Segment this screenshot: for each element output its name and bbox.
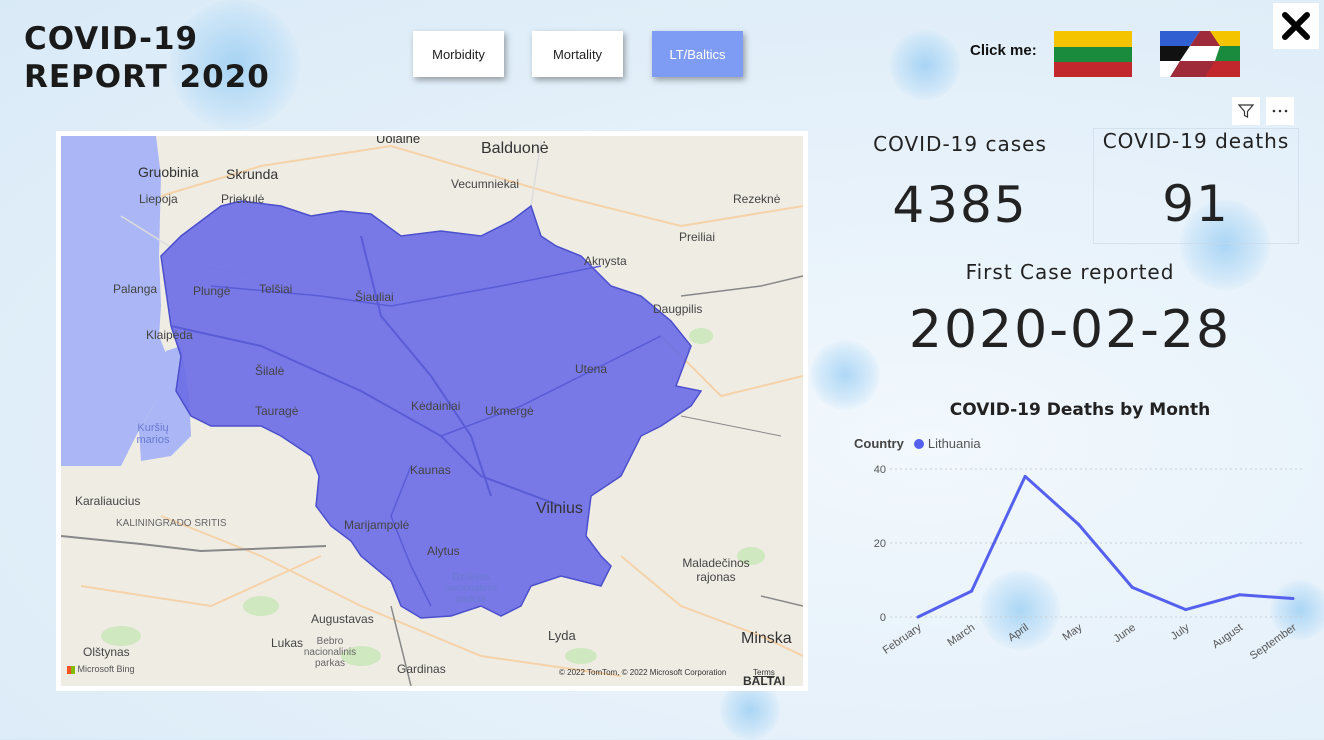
map-label-karaliaucius: Karaliaucius — [75, 494, 141, 508]
x-tick-label: June — [1112, 622, 1138, 646]
lithuania-flag[interactable] — [1054, 31, 1132, 77]
click-me-label: Click me: — [970, 42, 1037, 59]
map-label-kedainiai: Kėdainiai — [411, 399, 461, 413]
data-point[interactable] — [1184, 608, 1188, 612]
map-label-ukmerge: Ukmergė — [485, 404, 534, 418]
data-point[interactable] — [1077, 523, 1081, 526]
map-label-preiliai: Preiliai — [679, 230, 716, 244]
chart-title: COVID-19 Deaths by Month — [949, 400, 1211, 420]
bing-logo: Microsoft Bing — [67, 664, 135, 674]
map-label-skrunda: Skrunda — [226, 166, 279, 182]
legend-dot-icon — [913, 438, 924, 449]
map-label-daugpilis: Daugpilis — [653, 302, 703, 316]
microsoft-logo-icon — [67, 665, 75, 674]
map-label-bebro: Bebro nacionalinis parkas — [303, 636, 357, 669]
data-point[interactable] — [970, 589, 974, 593]
x-tick-label: July — [1169, 621, 1192, 642]
chart-legend: Country Lithuania — [854, 436, 981, 451]
x-tick-label: May — [1061, 621, 1085, 643]
map-label-gardinas: Gardinas — [397, 662, 446, 676]
map-label-rezekne: Rezeknė — [733, 192, 781, 206]
data-point[interactable] — [1023, 474, 1027, 478]
y-tick-label: 0 — [880, 612, 886, 624]
map-canvas[interactable]: Uolainė Balduonė Gruobinia Skrunda Liepo… — [61, 136, 803, 686]
map-label-lukas: Lukas — [271, 636, 304, 650]
mortality-button[interactable]: Mortality — [532, 31, 623, 77]
map-label-utena: Utena — [575, 362, 608, 376]
map-label-kaunas: Kaunas — [410, 463, 451, 477]
map-visual[interactable]: Uolainė Balduonė Gruobinia Skrunda Liepo… — [56, 131, 808, 691]
filter-icon — [1237, 104, 1255, 118]
deaths-label: COVID-19 deaths — [1102, 129, 1290, 153]
map-label-palanga: Palanga — [113, 282, 158, 296]
map-label-telsiai: Telšiai — [259, 282, 293, 296]
data-point[interactable] — [1237, 593, 1241, 597]
more-options-icon — [1272, 109, 1288, 113]
title-line1: COVID-19 — [24, 21, 199, 57]
map-label-plunge: Plungė — [193, 284, 231, 298]
y-tick-label: 20 — [874, 538, 886, 550]
data-point[interactable] — [1291, 597, 1295, 600]
x-tick-label: August — [1210, 622, 1245, 651]
map-label-minska: Minska — [741, 630, 792, 647]
title-line2: REPORT 2020 — [24, 59, 270, 95]
deaths-line-chart[interactable]: 0 20 40 February March April May June July August… — [850, 455, 1320, 665]
baltics-flag[interactable] — [1160, 31, 1240, 77]
map-label-kursiu-marios: Kuršių marios — [136, 422, 170, 446]
map-label-vecumniekai: Vecumniekai — [451, 177, 520, 191]
more-options-button[interactable] — [1266, 97, 1294, 125]
data-point[interactable] — [916, 615, 920, 619]
map-label-dzukijos: Dzūkijos nacionalinis parkas — [444, 572, 498, 605]
deaths-card[interactable]: COVID-19 deaths 91 — [1093, 128, 1299, 244]
map-label-ulaine: Uolainė — [376, 136, 421, 146]
map-label-augustavas: Augustavas — [311, 612, 374, 626]
first-case-label: First Case reported — [965, 260, 1175, 284]
data-point[interactable] — [1130, 585, 1134, 589]
legend-series: Lithuania — [927, 436, 981, 451]
map-label-vilnius: Vilnius — [536, 500, 583, 517]
deaths-value: 91 — [1162, 175, 1230, 233]
map-label-liepoja: Liepoja — [139, 192, 178, 206]
bing-label: Microsoft Bing — [77, 664, 135, 674]
map-label-aknysta: Aknysta — [584, 254, 627, 268]
map-label-marijampole: Marijampolė — [344, 518, 410, 532]
lt-baltics-button[interactable]: LT/Baltics — [652, 31, 743, 77]
cases-label: COVID-19 cases — [873, 132, 1047, 156]
map-label-gruobinia: Gruobinia — [138, 164, 199, 180]
close-icon — [1282, 12, 1310, 40]
first-case-value: 2020-02-28 — [908, 300, 1232, 360]
legend-title: Country — [854, 436, 904, 451]
cases-value: 4385 — [892, 176, 1028, 234]
filter-button[interactable] — [1232, 97, 1260, 125]
x-tick-label: February — [881, 621, 924, 656]
page-title: COVID-19 REPORT 2020 — [24, 20, 270, 96]
map-label-silale: Šilalė — [255, 364, 285, 378]
map-terms-link[interactable]: Terms — [753, 668, 775, 677]
y-tick-label: 40 — [874, 464, 886, 476]
map-label-alytus: Alytus — [427, 544, 460, 558]
x-tick-label: April — [1006, 622, 1031, 644]
map-label-balduone: Balduonė — [481, 140, 549, 157]
map-label-olstynas: Olštynas — [83, 645, 130, 659]
x-tick-label: March — [945, 622, 977, 649]
map-label-taurage: Tauragė — [255, 404, 299, 418]
map-label-kaliningrado: KALININGRADO SRITIS — [116, 518, 227, 529]
map-copyright: © 2022 TomTom, © 2022 Microsoft Corporat… — [559, 668, 727, 677]
morbidity-button[interactable]: Morbidity — [413, 31, 504, 77]
close-button[interactable] — [1273, 3, 1319, 49]
map-label-klaipeda: Klaipėda — [146, 328, 193, 342]
virus-decoration — [890, 30, 960, 100]
map-label-siauliai: Šiauliai — [355, 290, 394, 304]
series-line-lithuania[interactable] — [917, 474, 1294, 619]
map-label-maladecinos: Maladečinos rajonas — [682, 556, 750, 584]
map-label-lyda: Lyda — [548, 628, 576, 643]
map-label-priekule: Priekulė — [221, 192, 265, 206]
x-tick-label: September — [1248, 621, 1299, 662]
